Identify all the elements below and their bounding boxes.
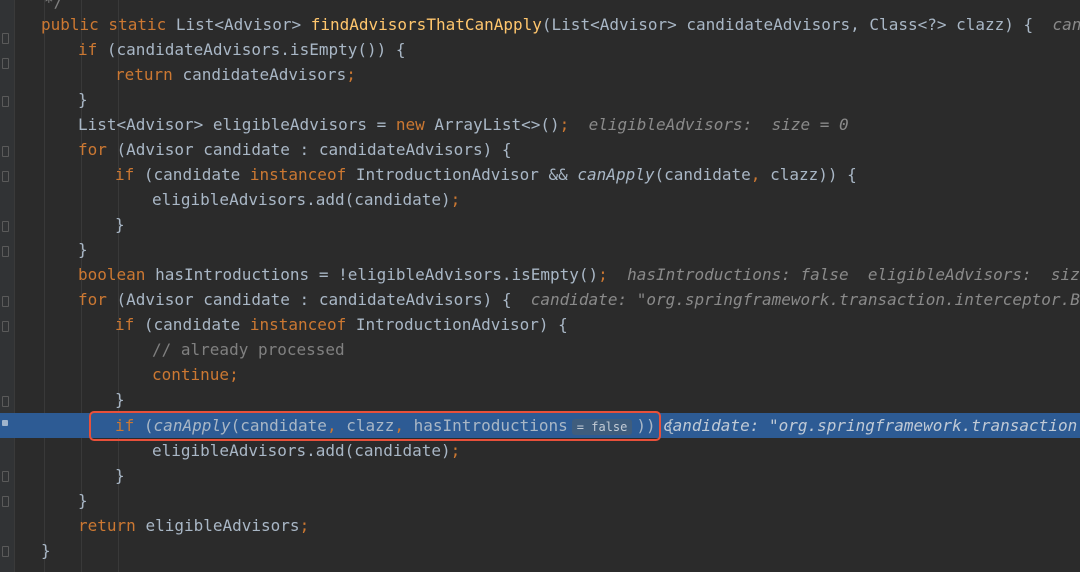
semicolon-token: ; (450, 190, 461, 209)
keyword-token: if (115, 165, 144, 184)
code-text: IntroductionAdvisor) { (355, 315, 568, 334)
code-text: } (78, 240, 88, 259)
comment-token: */ (44, 0, 64, 11)
code-text: (candidate (143, 315, 250, 334)
execution-point-icon (2, 420, 8, 426)
semicolon-token: ; (559, 115, 570, 134)
code-text: eligibleAdvisors (145, 516, 300, 535)
code-text: List<Advisor> eligibleAdvisors = (78, 115, 396, 134)
code-line[interactable]: boolean hasIntroductions = !eligibleAdvi… (0, 262, 1080, 287)
code-text: } (78, 90, 88, 109)
code-text: ArrayList<>() (434, 115, 560, 134)
code-line[interactable]: for (Advisor candidate : candidateAdviso… (0, 137, 1080, 162)
code-text: (Advisor candidate : candidateAdvisors) … (116, 140, 512, 159)
comment-token: // already processed (152, 340, 345, 359)
debug-value-hint: candidate: "org.springframework.transact… (663, 416, 1080, 435)
keyword-token: for (78, 140, 117, 159)
code-line[interactable]: } (0, 237, 1080, 262)
code-line[interactable]: public static List<Advisor> findAdvisors… (0, 12, 1080, 37)
debug-value-hint: candidate: "org.springframework.transact… (530, 290, 1080, 309)
debug-value-hint: eligibleAdvisors: size = 0 (569, 115, 849, 134)
code-text: hasIntroductions = !eligibleAdvisors.isE… (155, 265, 599, 284)
code-line[interactable]: } (0, 488, 1080, 513)
code-line[interactable]: eligibleAdvisors.add(candidate); (0, 187, 1080, 212)
code-line[interactable]: if (candidateAdvisors.isEmpty()) { (0, 37, 1080, 62)
code-text: } (78, 491, 88, 510)
code-line[interactable]: eligibleAdvisors.add(candidate); (0, 438, 1080, 463)
code-line[interactable]: return eligibleAdvisors; (0, 513, 1080, 538)
debug-value-hint: candidate (1052, 15, 1080, 34)
code-text: List<Advisor> (175, 15, 311, 34)
semicolon-token: ; (229, 365, 239, 384)
keyword-token: return (78, 516, 146, 535)
keyword-token: boolean (78, 265, 156, 284)
keyword-token: instanceof (249, 165, 356, 184)
keyword-token: if (115, 315, 144, 334)
code-line[interactable]: if (candidate instanceof IntroductionAdv… (0, 162, 1080, 187)
keyword-token: return (115, 65, 183, 84)
code-text: } (115, 215, 125, 234)
code-editor[interactable]: */ public static List<Advisor> findAdvis… (0, 0, 1080, 572)
code-line[interactable]: List<Advisor> eligibleAdvisors = new Arr… (0, 112, 1080, 137)
code-text: candidateAdvisors (182, 65, 347, 84)
semicolon-token: ; (450, 441, 461, 460)
keyword-token: for (78, 290, 117, 309)
code-line[interactable]: continue; (0, 362, 1080, 387)
method-call[interactable]: canApply (577, 165, 654, 184)
code-text: eligibleAdvisors.add(candidate) (152, 441, 451, 460)
code-text: } (41, 541, 51, 560)
semicolon-token: ; (346, 65, 356, 84)
code-text: } (115, 390, 125, 409)
code-text: (candidate (143, 165, 250, 184)
code-line[interactable]: } (0, 463, 1080, 488)
code-text: (Advisor candidate : candidateAdvisors) … (116, 290, 531, 309)
code-line[interactable]: return candidateAdvisors; (0, 62, 1080, 87)
method-name[interactable]: findAdvisorsThatCanApply (311, 15, 542, 34)
semicolon-token: ; (299, 516, 310, 535)
keyword-token: instanceof (249, 315, 356, 334)
code-text: } (115, 466, 125, 485)
code-line[interactable]: } (0, 387, 1080, 412)
code-text: (List<Advisor> candidateAdvisors, Class<… (541, 15, 1053, 34)
code-line[interactable]: } (0, 538, 1080, 563)
keyword-token: new (395, 115, 435, 134)
semicolon-token: ; (598, 265, 608, 284)
highlight-annotation-box (89, 411, 661, 441)
code-text: clazz)) { (770, 165, 857, 184)
code-line[interactable]: for (Advisor candidate : candidateAdviso… (0, 287, 1080, 312)
keyword-token: public static (41, 15, 176, 34)
debug-value-hint: hasIntroductions: false eligibleAdvisors… (607, 265, 1080, 284)
keyword-token: continue (152, 365, 230, 384)
code-text: eligibleAdvisors.add(candidate) (152, 190, 451, 209)
comma-token: , (750, 165, 771, 184)
keyword-token: if (78, 40, 107, 59)
code-line[interactable]: } (0, 87, 1080, 112)
code-line[interactable]: // already processed (0, 337, 1080, 362)
code-text: IntroductionAdvisor && (355, 165, 578, 184)
code-text: (candidateAdvisors.isEmpty()) { (106, 40, 406, 59)
code-text: (candidate (654, 165, 751, 184)
code-line[interactable]: if (candidate instanceof IntroductionAdv… (0, 312, 1080, 337)
code-line[interactable]: } (0, 212, 1080, 237)
